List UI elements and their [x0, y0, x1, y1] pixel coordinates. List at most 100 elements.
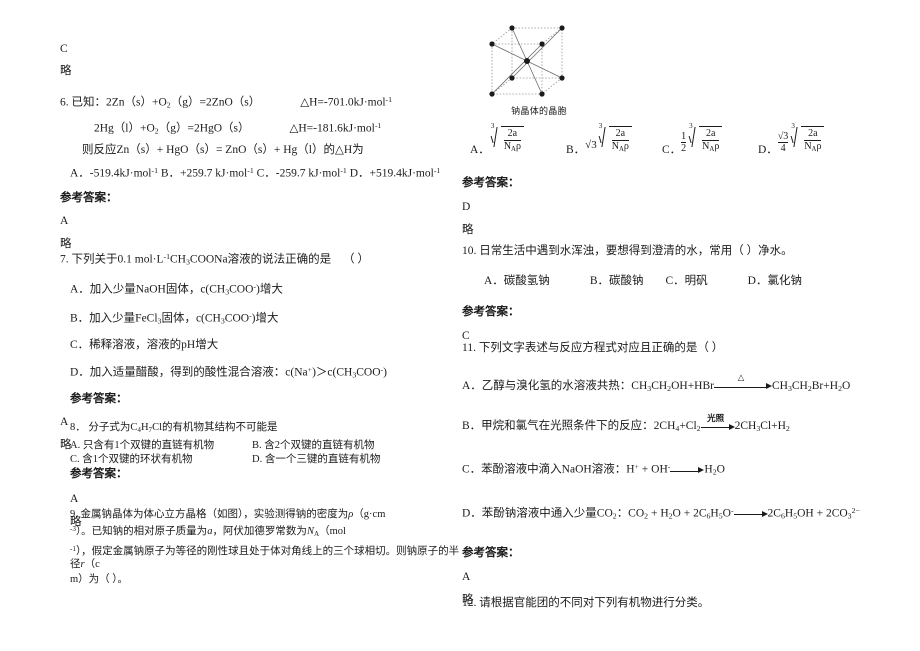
q7-option-a-mid: COO — [229, 283, 254, 296]
q11-b-arrow-condition: 光照 — [707, 413, 725, 424]
q7-option-b-tail: )增大 — [251, 312, 279, 325]
q11-option-a-text: A．乙醇与溴化氢的水溶液共热：CH — [462, 380, 648, 392]
q10-option-c: C．明矾 — [665, 275, 708, 287]
q9-option-d-expr: √3 4 3 2a NAρ — [777, 122, 825, 158]
q7-answer-label: 参考答案： — [70, 392, 128, 405]
bcc-cell-icon — [489, 25, 565, 97]
orphan-answer-block: C 略 — [60, 42, 460, 79]
q8-answer-value: A — [70, 492, 79, 505]
q9-option-a-fraction: 2a NAρ — [500, 126, 524, 156]
q7-option-b: B．加入少量FeCl3固体，c(CH3COO-)增大 — [60, 308, 460, 329]
q8-options-row-2: C. 含1个双键的环状有机物 D. 含一个三键的直链有机物 — [60, 453, 460, 466]
q11-option-d: D．苯酚钠溶液中通入少量CO2：CO2 + H2O + 2C6H5O- 2C6H5… — [462, 503, 862, 524]
q9-option-d-index: 3 — [791, 122, 795, 131]
q9-option-a-index: 3 — [490, 122, 495, 131]
q10-answer-label: 参考答案： — [462, 306, 520, 318]
q9-option-c-fraction: 2a NAρ — [699, 126, 723, 156]
q9-option-c-index: 3 — [689, 122, 693, 131]
q11-c-t3: H — [704, 463, 713, 476]
q11-d-t6: 2C — [767, 507, 781, 520]
q11-answer-label: 参考答案： — [462, 546, 520, 559]
q6-answer-label: 参考答案： — [60, 191, 118, 204]
q9-option-b-label: B． — [566, 144, 586, 156]
q8-options-row-1: A. 只含有1个双键的直链有机物 B. 含2个双键的直链有机物 — [60, 439, 460, 452]
reaction-arrow-icon: △ — [713, 372, 772, 392]
q9-option-b-fraction: 2a NAρ — [608, 126, 632, 156]
q10-stem: 10. 日常生活中遇到水浑浊，要想得到澄清的水，常用（ ）净水。 — [462, 245, 793, 257]
q8-stem-a: 8． 分子式为C — [70, 422, 138, 433]
q8-option-d: D. 含一个三键的直链有机物 — [252, 453, 381, 465]
arrow-head — [698, 467, 705, 474]
q6-line2-b: （g）=2HgO（s） — [158, 122, 250, 135]
q9-option-d-den-n: N — [804, 141, 812, 153]
reaction-arrow-icon — [670, 465, 705, 476]
q7-option-d-label: D．加入适量醋酸，得到的酸性混合溶液：c(Na — [70, 366, 308, 379]
question-11-block: 11. 下列文字表述与反应方程式对应且正确的是（ ） A．乙醇与溴化氢的水溶液共… — [462, 341, 862, 608]
q9-option-c: C． 1 2 3 2a NAρ — [662, 118, 723, 158]
q9-line1-b: （g·cm — [353, 509, 386, 520]
q8-stem-b: H — [140, 422, 149, 433]
q11-d-t1: ：CO — [616, 507, 645, 520]
orphan-answer-note: 略 — [60, 65, 72, 77]
q11-option-b: B．甲烷和氯气在光照条件下的反应：2CH4+Cl2 光照 2CH3Cl+H2 — [462, 414, 862, 436]
q9-line2-b: ，阿伏加德罗常数为 — [212, 526, 307, 538]
q11-d-t3: O + 2C — [672, 507, 707, 520]
q9-option-c-num: 2a — [706, 128, 716, 140]
q7-option-c: C．稀释溶液，溶液的pH增大 — [70, 339, 219, 352]
document-page: C 略 6. 已知：2Zn（s）+O2（g）=2ZnO（s） △H=-701.0k… — [0, 0, 920, 651]
q6-stem-a: 6. 已知：2Zn（s）+O — [60, 96, 167, 109]
q11-a-arrow-condition: △ — [737, 371, 745, 382]
q11-option-c: C．苯酚溶液中滴入NaOH溶液：H+ + OH- H2O — [462, 459, 862, 480]
q7-option-a-tail: )增大 — [256, 283, 283, 296]
q9-option-a-num: 2a — [507, 128, 518, 140]
q9-option-c-coef-top: 1 — [681, 131, 687, 142]
q11-b-t3: 2CH — [734, 420, 757, 433]
q11-d-sup2: 2− — [851, 506, 860, 516]
q11-answer-value: A — [462, 570, 471, 583]
q11-b-t2: +Cl — [679, 420, 697, 433]
q6-dh1-sup: -1 — [385, 95, 393, 104]
q12-stem: 12. 请根据官能团的不同对下列有机物进行分类。 — [462, 597, 710, 609]
q11-a-t5: CH — [791, 380, 808, 392]
q6-answer-value: A — [60, 214, 69, 227]
q9-option-d-coef-top: √3 — [777, 131, 789, 142]
q7-option-d-tail: ) — [383, 366, 387, 379]
q9-option-d-den-rho: ρ — [816, 141, 822, 153]
q11-a-t7: O — [841, 380, 851, 392]
q9-answer-value: D — [462, 201, 471, 213]
q9-option-c-expr: 1 2 3 2a NAρ — [681, 122, 723, 158]
q9-option-d-den: NAρ — [804, 140, 822, 156]
q9-option-a-expr: 3 2a NAρ — [490, 122, 524, 158]
q9-option-a-den: NAρ — [503, 140, 521, 156]
q7-stem-a: 7. 下列关于0.1 mol·L — [60, 253, 164, 266]
q11-b-t4: Cl+H — [760, 420, 786, 433]
q8-answer-label: 参考答案： — [70, 467, 128, 480]
q11-d-t5: O — [722, 507, 731, 520]
q9-option-d-label: D． — [758, 144, 778, 156]
question-10-block: 10. 日常生活中遇到水浑浊，要想得到澄清的水，常用（ ）净水。 A．碳酸氢钠 B… — [462, 244, 862, 344]
q9-option-d-coef-bot: 4 — [777, 142, 789, 154]
q6-line2-a: 2Hg（l）+O — [94, 122, 155, 135]
cube-root-icon: 3 2a NAρ — [790, 122, 825, 156]
question-9-block: 9. 金属钠晶体为体心立方晶格（如图），实验测得钠的密度为ρ（g·cm -3）。… — [60, 508, 460, 586]
q6-option-a: A．-519.4kJ·mol — [70, 167, 152, 180]
q9-option-b-den-rho: ρ — [623, 141, 629, 153]
sodium-unit-cell-figure: 钠晶体的晶胞 — [484, 22, 594, 117]
q10-option-b: B．碳酸钠 — [589, 275, 644, 287]
q8-stem: 8． 分子式为C4H7Cl的有机物其结构不可能是 — [60, 421, 460, 437]
q6-stem-mid: （g）=2ZnO（s） — [170, 96, 261, 109]
arrow-bar — [670, 470, 701, 472]
q9-option-a-den-rho: ρ — [515, 141, 521, 153]
q9-option-a-label: A． — [470, 144, 490, 156]
q6-dh2: △H=-181.6kJ·mol — [289, 122, 375, 135]
q11-option-d-text: D．苯酚钠溶液中通入少量CO — [462, 507, 613, 520]
q7-stem-c: COONa溶液的说法正确的是 — [189, 253, 332, 266]
q9-option-a-den-n: N — [503, 141, 512, 153]
q9-option-c-den: NAρ — [702, 140, 720, 156]
q7-option-b-mid0: 固体，c(CH — [161, 312, 221, 325]
q11-stem: 11. 下列文字表述与反应方程式对应且正确的是（ ） — [462, 342, 724, 354]
arrow-head — [728, 423, 735, 430]
q9-option-d-fraction: 2a NAρ — [801, 126, 825, 156]
q11-a-t6: Br+H — [811, 380, 839, 392]
q11-d-t2: + H — [648, 507, 669, 520]
